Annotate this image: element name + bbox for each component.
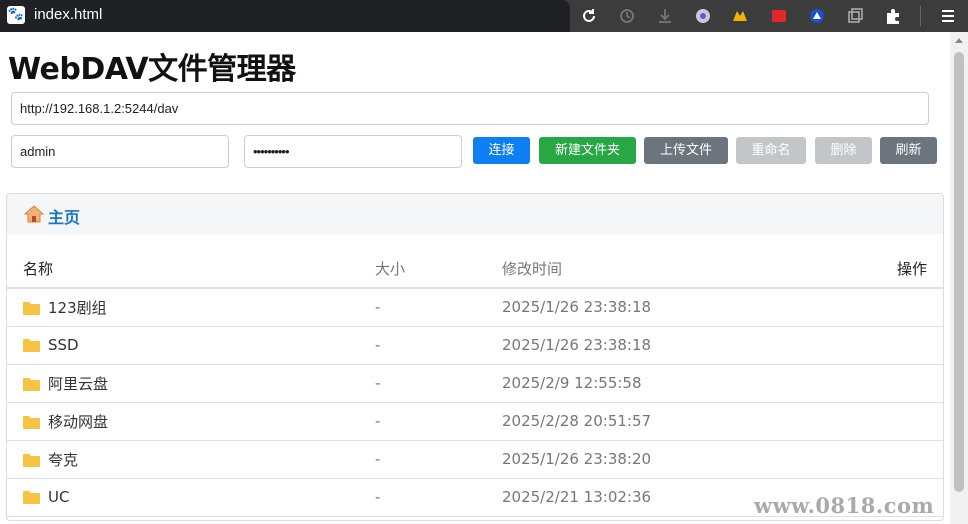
browser-tab[interactable]: 🐾 index.html [0,0,570,32]
file-actions [842,326,943,365]
header-size[interactable]: 大小 [375,250,502,289]
browser-toolbar: 🐾 index.html [0,0,968,32]
file-name[interactable]: 阿里云盘 [48,375,108,393]
upload-button[interactable]: 上传文件 [644,137,728,164]
file-actions [842,364,943,403]
header-modified[interactable]: 修改时间 [502,250,842,289]
file-size: - [375,288,502,327]
file-size: - [375,440,502,479]
header-actions: 操作 [842,250,943,289]
header-name[interactable]: 名称 [7,250,375,289]
table-header-row: 名称 大小 修改时间 操作 [7,250,943,289]
toolbar-separator [920,6,921,26]
table-row[interactable]: 夸克 - 2025/1/26 23:38:20 [7,440,943,479]
refresh-button[interactable]: 刷新 [880,137,937,164]
watermark: www.0818.com [754,493,935,518]
scroll-up-icon[interactable] [955,38,963,43]
folder-icon [23,491,40,504]
download-icon[interactable] [654,5,676,27]
folder-icon [23,377,40,391]
page-content: WebDAV文件管理器 http://192.168.1.2:5244/dav … [0,32,950,524]
scrollbar-thumb[interactable] [954,52,964,492]
file-table: 名称 大小 修改时间 操作 123剧组 - 2025/1/26 23:38:18… [7,250,943,517]
url-input[interactable]: http://192.168.1.2:5244/dav [11,92,929,125]
folder-icon [23,339,40,352]
breadcrumb-home-link[interactable]: 主页 [48,204,80,228]
home-icon [24,205,44,223]
file-modified: 2025/1/26 23:38:18 [502,288,842,327]
folder-icon [23,415,40,429]
vertical-scrollbar[interactable] [950,32,968,524]
table-row[interactable]: SSD - 2025/1/26 23:38:18 [7,326,943,365]
paw-icon: 🐾 [7,6,25,24]
page-title: WebDAV文件管理器 [8,52,296,87]
folder-icon [23,453,40,467]
file-modified: 2025/2/28 20:51:57 [502,402,842,441]
password-input[interactable]: •••••••••• [244,135,462,168]
table-row[interactable]: 阿里云盘 - 2025/2/9 12:55:58 [7,364,943,403]
menu-icon[interactable] [937,5,959,27]
history-icon[interactable] [616,5,638,27]
file-actions [842,402,943,441]
table-row[interactable]: 移动网盘 - 2025/2/28 20:51:57 [7,402,943,441]
delete-button[interactable]: 删除 [815,137,872,164]
file-name[interactable]: SSD [48,336,79,354]
reload-icon[interactable] [578,5,600,27]
folder-icon [23,301,40,315]
connect-button[interactable]: 连接 [473,137,530,164]
tab-search-icon[interactable] [844,5,866,27]
extension-cat-icon[interactable] [729,5,751,27]
file-size: - [375,478,502,517]
puzzle-icon[interactable] [882,5,904,27]
rename-button[interactable]: 重命名 [736,137,806,164]
extension-blue-icon[interactable] [806,5,828,27]
file-browser-panel: 主页 名称 大小 修改时间 操作 123剧组 - 2025/1/26 23:38… [6,193,944,521]
file-actions [842,440,943,479]
extension-red-icon[interactable] [768,5,790,27]
file-name[interactable]: 123剧组 [48,299,107,317]
username-input[interactable]: admin [11,135,229,168]
file-actions [842,288,943,327]
tab-title: index.html [34,6,103,23]
file-name[interactable]: 夸克 [48,451,78,469]
file-size: - [375,402,502,441]
new-folder-button[interactable]: 新建文件夹 [539,137,636,164]
breadcrumb: 主页 [7,194,943,234]
table-row[interactable]: 123剧组 - 2025/1/26 23:38:18 [7,288,943,327]
file-name[interactable]: 移动网盘 [48,413,108,431]
file-modified: 2025/1/26 23:38:18 [502,326,842,365]
extension-globe-icon[interactable] [692,5,714,27]
file-size: - [375,364,502,403]
file-modified: 2025/2/9 12:55:58 [502,364,842,403]
file-size: - [375,326,502,365]
file-name[interactable]: UC [48,488,69,506]
file-modified: 2025/1/26 23:38:20 [502,440,842,479]
